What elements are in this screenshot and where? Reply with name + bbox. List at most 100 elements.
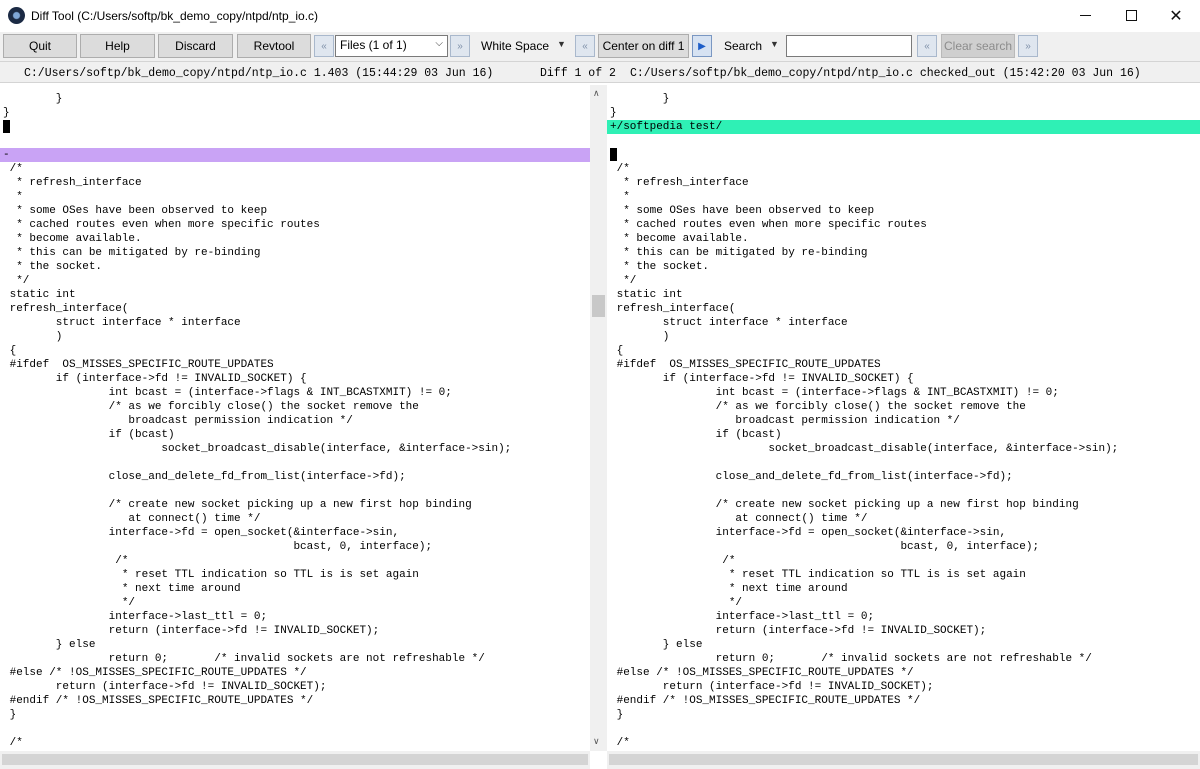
maximize-icon [1125,10,1137,21]
added-line: +/softpedia test/ [607,120,1200,134]
code-line: * refresh_interface [3,177,142,189]
code-line: * reset TTL indication so TTL is is set … [3,569,419,581]
next-diff-button[interactable]: ▶ [692,35,712,57]
prev-file-button[interactable]: « [314,35,334,57]
code-line: } [610,709,624,721]
minimize-button[interactable] [1062,0,1108,31]
code-line: /* [3,737,23,749]
search-menu[interactable]: Search [724,39,762,53]
right-code-view: }} +/softpedia test/ /* * refresh_interfa… [607,92,1200,751]
clear-search-button[interactable]: Clear search [941,34,1015,58]
code-line: ) [610,331,670,343]
prev-diff-button[interactable]: « [575,35,595,57]
code-line: struct interface * interface [3,317,241,329]
right-file-info: C:/Users/softp/bk_demo_copy/ntpd/ntp_io.… [630,67,1141,80]
discard-button[interactable]: Discard [158,34,233,58]
center-on-diff-button[interactable]: Center on diff 1 [598,34,689,58]
code-line: * become available. [610,233,749,245]
code-line: * this can be mitigated by re-binding [3,247,261,259]
code-line: } else [3,639,96,651]
app-icon [8,7,25,24]
vertical-scrollbar[interactable]: ∧ ∨ [590,85,607,751]
files-select[interactable]: Files (1 of 1) ⌵ [335,35,448,57]
code-line: static int [610,289,683,301]
code-line: interface->last_ttl = 0; [3,611,268,623]
code-line: * next time around [3,583,241,595]
toolbar: Quit Help Discard Revtool « Files (1 of … [0,32,1200,61]
code-line: close_and_delete_fd_from_list(interface-… [3,471,406,483]
code-line: interface->last_ttl = 0; [610,611,875,623]
code-line: interface->fd = open_socket(&interface->… [3,527,400,539]
code-line: */ [3,597,136,609]
quit-button[interactable]: Quit [3,34,77,58]
code-line: int bcast = (interface->flags & INT_BCAS… [3,387,452,399]
code-line: #endif /* !OS_MISSES_SPECIFIC_ROUTE_UPDA… [3,695,314,707]
right-diff-pane[interactable]: }} +/softpedia test/ /* * refresh_interfa… [607,85,1200,751]
code-line: /* [3,555,129,567]
code-line: #ifdef OS_MISSES_SPECIFIC_ROUTE_UPDATES [3,359,274,371]
help-button[interactable]: Help [80,34,155,58]
double-right-arrow-icon: » [1025,40,1031,52]
code-line: socket_broadcast_disable(interface, &int… [610,443,1119,455]
code-line: * [610,191,630,203]
left-diff-pane[interactable]: }} - /* * refresh_interface * * some OSes… [0,85,590,751]
code-line [607,148,1200,162]
code-line: /* create new socket picking up a new fi… [610,499,1079,511]
code-line: * next time around [610,583,848,595]
code-line: return 0; /* invalid sockets are not ref… [3,653,485,665]
code-line [0,120,590,134]
right-hscroll-thumb[interactable] [609,754,1198,765]
left-hscroll-thumb[interactable] [2,754,588,765]
whitespace-menu[interactable]: White Space [481,39,549,53]
whitespace-dropdown-icon[interactable]: ▼ [557,39,566,49]
search-next-button[interactable]: » [1018,35,1038,57]
search-prev-button[interactable]: « [917,35,937,57]
code-line: int bcast = (interface->flags & INT_BCAS… [610,387,1059,399]
code-line: * this can be mitigated by re-binding [610,247,868,259]
code-line: } [3,93,63,105]
scrollbar-thumb[interactable] [592,295,605,317]
code-line: return 0; /* invalid sockets are not ref… [610,653,1092,665]
double-left-arrow-icon: « [582,40,588,52]
scroll-up-icon[interactable]: ∧ [593,88,600,99]
code-line: } else [610,639,703,651]
search-dropdown-icon[interactable]: ▼ [770,39,779,49]
search-input[interactable] [786,35,912,57]
code-line: socket_broadcast_disable(interface, &int… [3,443,512,455]
code-line: /* as we forcibly close() the socket rem… [3,401,419,413]
title-bar: Diff Tool (C:/Users/softp/bk_demo_copy/n… [0,0,1200,32]
code-line: #endif /* !OS_MISSES_SPECIFIC_ROUTE_UPDA… [610,695,921,707]
text-cursor [3,120,10,133]
close-button[interactable]: ✕ [1153,0,1199,31]
code-line: } [610,107,617,119]
code-line: if (interface->fd != INVALID_SOCKET) { [610,373,914,385]
double-right-arrow-icon: » [457,40,463,52]
code-line: #ifdef OS_MISSES_SPECIFIC_ROUTE_UPDATES [610,359,881,371]
code-line: #else /* !OS_MISSES_SPECIFIC_ROUTE_UPDAT… [3,667,307,679]
next-file-button[interactable]: » [450,35,470,57]
code-line: at connect() time */ [3,513,261,525]
left-code-view: }} - /* * refresh_interface * * some OSes… [0,92,590,751]
code-line: #else /* !OS_MISSES_SPECIFIC_ROUTE_UPDAT… [610,667,914,679]
maximize-button[interactable] [1108,0,1154,31]
removed-line: - [0,148,590,162]
code-line: bcast, 0, interface); [3,541,433,553]
right-horizontal-scrollbar[interactable] [607,751,1200,769]
code-line: /* [610,737,630,749]
revtool-button[interactable]: Revtool [237,34,311,58]
code-line: at connect() time */ [610,513,868,525]
scroll-down-icon[interactable]: ∨ [593,736,600,747]
code-line: * [3,191,23,203]
code-line: { [3,345,17,357]
left-horizontal-scrollbar[interactable] [0,751,590,769]
code-line: bcast, 0, interface); [610,541,1040,553]
code-line: * cached routes even when more specific … [3,219,320,231]
code-line: * refresh_interface [610,177,749,189]
code-line: interface->fd = open_socket(&interface->… [610,527,1007,539]
close-icon: ✕ [1169,6,1183,25]
